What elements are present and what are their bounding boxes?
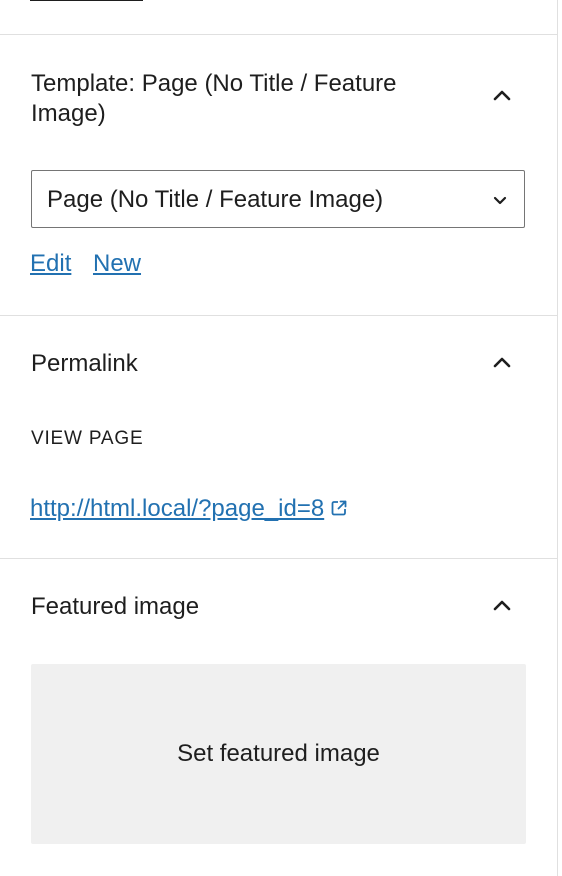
featured-image-panel: Featured image Set featured image: [0, 558, 558, 876]
featured-image-panel-toggle[interactable]: [486, 590, 518, 622]
chevron-up-icon: [493, 357, 511, 368]
template-select-value: Page (No Title / Feature Image): [47, 186, 384, 213]
template-select[interactable]: Page (No Title / Feature Image): [31, 170, 525, 228]
previous-panel-underline: [30, 0, 143, 1]
new-template-link[interactable]: New: [93, 249, 141, 279]
permalink-panel: Permalink VIEW PAGE http://html.local/?p…: [0, 315, 558, 559]
chevron-down-icon: [490, 190, 510, 215]
chevron-up-icon: [493, 600, 511, 611]
chevron-up-icon: [493, 90, 511, 101]
edit-template-link[interactable]: Edit: [30, 249, 71, 279]
set-featured-image-label: Set featured image: [177, 740, 380, 767]
permalink-panel-title[interactable]: Permalink: [31, 349, 138, 379]
external-link-icon: [329, 496, 349, 526]
template-panel-toggle[interactable]: [486, 80, 518, 112]
template-panel-title[interactable]: Template: Page (No Title / Feature Image…: [31, 69, 471, 129]
view-page-label: VIEW PAGE: [31, 428, 144, 449]
template-panel: Template: Page (No Title / Feature Image…: [0, 34, 558, 316]
permalink-url-link[interactable]: http://html.local/?page_id=8: [30, 494, 349, 526]
set-featured-image-button[interactable]: Set featured image: [31, 664, 526, 844]
settings-sidebar: Template: Page (No Title / Feature Image…: [0, 0, 558, 876]
featured-image-panel-title[interactable]: Featured image: [31, 592, 199, 622]
permalink-panel-toggle[interactable]: [486, 347, 518, 379]
permalink-url-text: http://html.local/?page_id=8: [30, 495, 325, 522]
